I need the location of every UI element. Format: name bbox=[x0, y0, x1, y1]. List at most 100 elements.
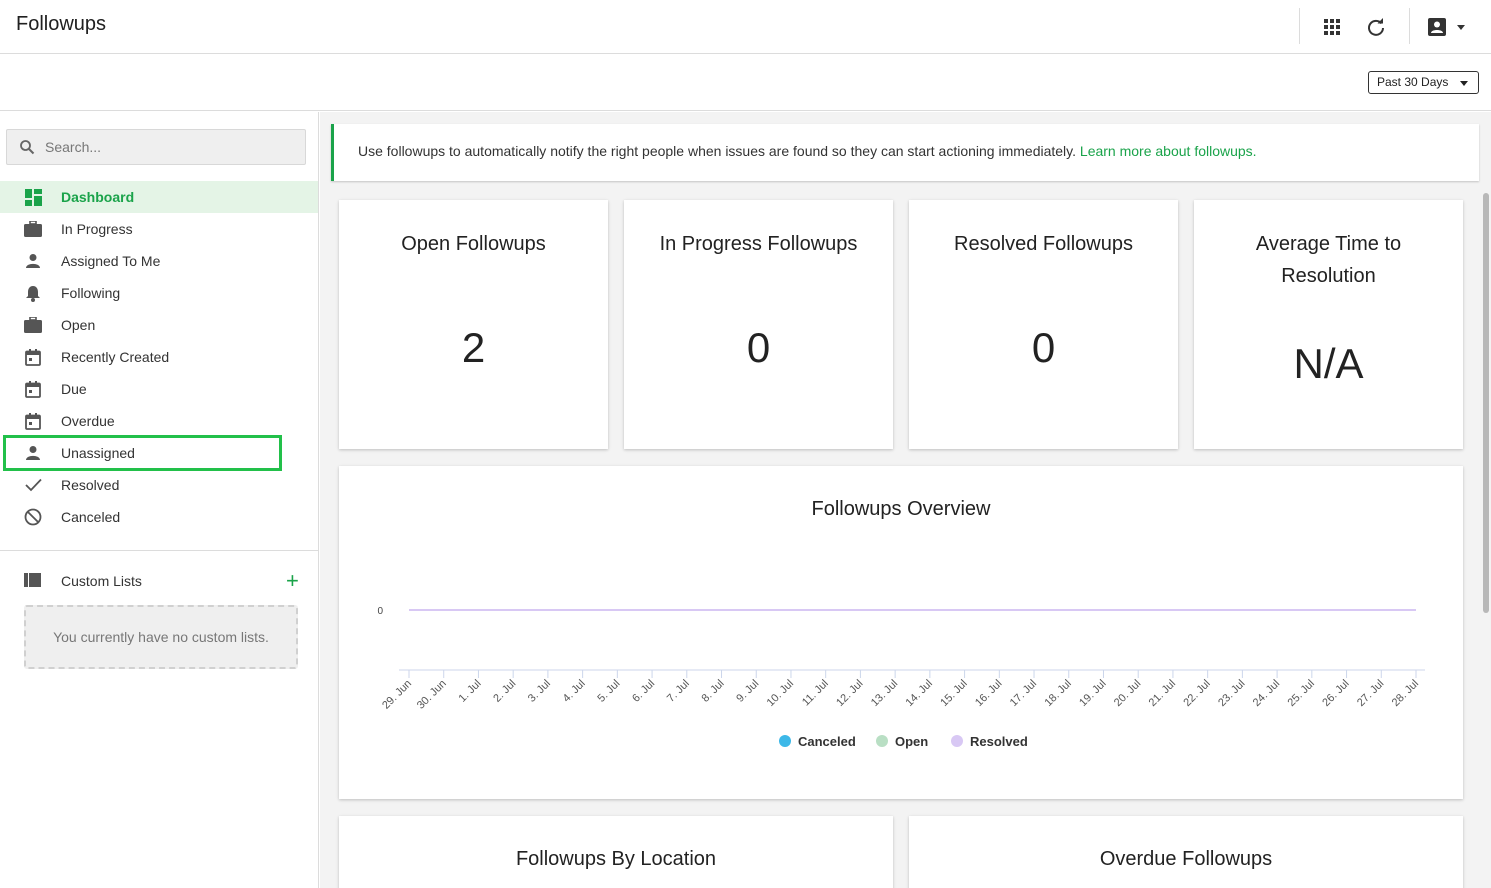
y-tick-label: 0 bbox=[377, 606, 383, 617]
page-title: Followups bbox=[16, 13, 107, 35]
search-icon bbox=[20, 140, 35, 155]
x-tick-label: 18. Jul bbox=[1042, 678, 1073, 709]
filter-bar: Past 30 Days bbox=[0, 55, 1491, 111]
date-range-value: Past 30 Days bbox=[1377, 75, 1449, 89]
stat-card-in-progress: In Progress Followups 0 bbox=[624, 200, 893, 449]
custom-lists-label: Custom Lists bbox=[61, 573, 142, 589]
x-tick-label: 17. Jul bbox=[1008, 678, 1039, 709]
stat-title: Resolved Followups bbox=[954, 233, 1133, 255]
custom-lists-empty: You currently have no custom lists. bbox=[24, 605, 298, 669]
custom-lists-header: Custom Lists + bbox=[0, 570, 318, 594]
x-tick-label: 29. Jun bbox=[380, 678, 414, 712]
sidebar-item-label: Recently Created bbox=[61, 349, 170, 365]
x-tick-label: 21. Jul bbox=[1147, 678, 1178, 709]
x-tick-label: 16. Jul bbox=[973, 678, 1004, 709]
person-icon bbox=[24, 252, 42, 270]
x-tick-label: 6. Jul bbox=[630, 678, 657, 705]
sidebar-item-in-progress[interactable]: In Progress bbox=[0, 213, 318, 245]
overdue-card: Overdue Followups bbox=[909, 816, 1463, 888]
x-tick-label: 14. Jul bbox=[904, 678, 935, 709]
x-tick-label: 25. Jul bbox=[1286, 678, 1317, 709]
location-card: Followups By Location bbox=[339, 816, 893, 888]
sidebar-item-overdue[interactable]: Overdue bbox=[0, 405, 318, 437]
dashboard-icon bbox=[24, 188, 42, 206]
chevron-down-icon bbox=[1457, 25, 1465, 30]
x-tick-label: 1. Jul bbox=[456, 678, 483, 705]
stat-title: Open Followups bbox=[401, 233, 546, 255]
x-tick-label: 15. Jul bbox=[938, 678, 969, 709]
legend-marker bbox=[876, 735, 888, 747]
scrollbar-thumb[interactable] bbox=[1483, 193, 1489, 613]
x-tick-label: 8. Jul bbox=[700, 678, 727, 705]
check-icon bbox=[24, 476, 42, 494]
search-field bbox=[6, 129, 306, 165]
card-title: Followups By Location bbox=[515, 848, 717, 870]
sidebar-item-label: Assigned To Me bbox=[61, 253, 161, 269]
legend-marker bbox=[951, 735, 963, 747]
x-tick-label: 30. Jun bbox=[415, 678, 449, 712]
x-tick-label: 10. Jul bbox=[765, 678, 796, 709]
search-input[interactable] bbox=[45, 130, 295, 164]
account-icon bbox=[1428, 18, 1446, 36]
sidebar-item-label: Due bbox=[61, 381, 87, 397]
learn-more-link[interactable]: Learn more about followups. bbox=[1080, 143, 1257, 159]
x-tick-label: 5. Jul bbox=[595, 678, 622, 705]
briefcase-icon bbox=[24, 220, 42, 238]
sidebar-item-recently-created[interactable]: Recently Created bbox=[0, 341, 318, 373]
refresh-icon[interactable] bbox=[1361, 12, 1391, 42]
sidebar-item-following[interactable]: Following bbox=[0, 277, 318, 309]
sidebar-item-label: Resolved bbox=[61, 477, 120, 493]
sidebar-item-unassigned[interactable]: Unassigned bbox=[0, 437, 318, 469]
overview-chart: 0 29. Jun 30. Jun 1. Jul 2. Jul 3. Jul 4. Jul 5… bbox=[377, 606, 1425, 749]
list-icon bbox=[24, 573, 41, 592]
legend-marker bbox=[779, 735, 791, 747]
chevron-down-icon bbox=[1460, 81, 1468, 86]
sidebar-item-assigned-to-me[interactable]: Assigned To Me bbox=[0, 245, 318, 277]
x-tick-label: 22. Jul bbox=[1181, 678, 1212, 709]
x-tick-label: 27. Jul bbox=[1355, 678, 1386, 709]
toolbar-divider bbox=[1299, 8, 1300, 44]
x-tick-label: 19. Jul bbox=[1077, 678, 1108, 709]
main-content: Use followups to automatically notify th… bbox=[320, 112, 1491, 888]
x-tick-label: 11. Jul bbox=[800, 678, 831, 709]
legend-label: Resolved bbox=[970, 734, 1028, 749]
add-custom-list-button[interactable]: + bbox=[286, 570, 299, 592]
sidebar-item-resolved[interactable]: Resolved bbox=[0, 469, 318, 501]
stat-card-open: Open Followups 2 bbox=[339, 200, 608, 449]
top-bar: Followups bbox=[0, 0, 1491, 54]
x-tick-label: 20. Jul bbox=[1112, 678, 1143, 709]
sidebar-item-label: In Progress bbox=[61, 221, 133, 237]
toolbar-divider bbox=[1409, 8, 1410, 44]
legend-label: Open bbox=[895, 734, 928, 749]
block-icon bbox=[24, 508, 42, 526]
account-menu[interactable] bbox=[1423, 12, 1471, 42]
stat-title: In Progress Followups bbox=[659, 233, 858, 255]
sidebar-item-dashboard[interactable]: Dashboard bbox=[0, 181, 318, 213]
calendar-icon bbox=[24, 348, 42, 366]
x-tick-label: 28. Jul bbox=[1390, 678, 1421, 709]
bell-icon bbox=[24, 284, 42, 302]
x-tick-label: 4. Jul bbox=[561, 678, 588, 705]
card-title: Overdue Followups bbox=[1099, 848, 1273, 870]
sidebar-item-label: Dashboard bbox=[61, 189, 135, 205]
date-range-select[interactable]: Past 30 Days bbox=[1368, 71, 1479, 94]
x-tick-label: 13. Jul bbox=[869, 678, 900, 709]
sidebar-item-label: Following bbox=[61, 285, 121, 301]
sidebar-item-due[interactable]: Due bbox=[0, 373, 318, 405]
apps-grid-icon[interactable] bbox=[1317, 12, 1347, 42]
sidebar-item-open[interactable]: Open bbox=[0, 309, 318, 341]
x-tick-label: 2. Jul bbox=[491, 678, 518, 705]
x-tick-label: 3. Jul bbox=[526, 678, 553, 705]
x-tick-label: 7. Jul bbox=[665, 678, 692, 705]
sidebar-item-label: Open bbox=[61, 317, 96, 333]
briefcase-icon bbox=[24, 316, 42, 334]
stat-value: 2 bbox=[461, 324, 486, 371]
overview-card: Followups Overview 0 29. Jun 30. Jun 1. Jul… bbox=[339, 466, 1463, 799]
info-banner: Use followups to automatically notify th… bbox=[331, 124, 1479, 181]
sidebar-item-canceled[interactable]: Canceled bbox=[0, 501, 318, 533]
sidebar: Dashboard In Progress Assigned To Me Fol… bbox=[0, 112, 319, 888]
banner-text: Use followups to automatically notify th… bbox=[358, 143, 1080, 159]
stat-card-avg-resolution: Average Time to Resolution N/A bbox=[1194, 200, 1463, 449]
stat-title: Average Time to Resolution bbox=[1255, 233, 1402, 287]
legend-label: Canceled bbox=[798, 734, 856, 749]
